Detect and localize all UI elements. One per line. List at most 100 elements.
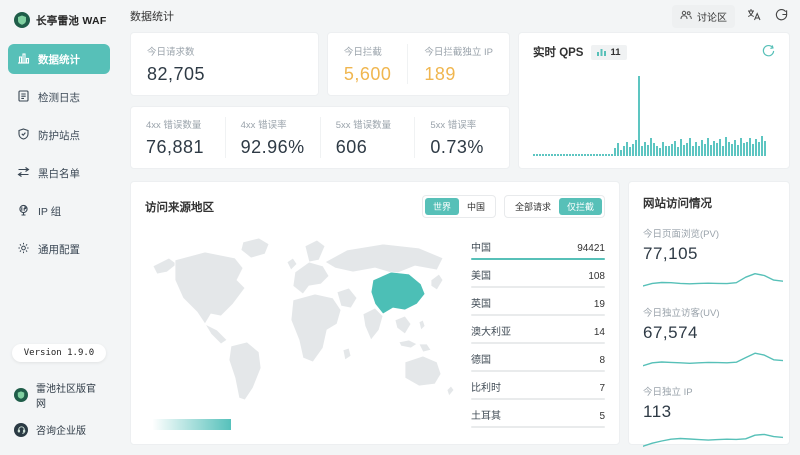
map-middle-east <box>337 288 357 308</box>
site-metric-value: 77,105 <box>643 244 775 264</box>
bar-chart-icon <box>17 52 30 67</box>
site-metric-label: 今日独立 IP <box>643 384 775 398</box>
country-line: 中国 94421 <box>471 236 605 258</box>
country-row: 德国8 <box>471 348 605 372</box>
site-metric-label: 今日独立访客(UV) <box>643 305 775 319</box>
qps-bar <box>722 146 724 156</box>
qps-bar <box>701 140 703 156</box>
filter-option-0[interactable]: 全部请求 <box>507 198 559 215</box>
qps-bar <box>584 154 586 156</box>
qps-bar <box>656 146 658 156</box>
qps-bar <box>716 143 718 156</box>
qps-title: 实时 QPS <box>533 44 583 60</box>
qps-bar <box>554 154 556 156</box>
filter-toggle: 全部请求仅拦截 <box>504 195 605 218</box>
qps-bar <box>590 154 592 156</box>
sidebar-item-sites[interactable]: 防护站点 <box>8 120 110 150</box>
map-europe <box>293 262 329 294</box>
sidebar-item-label: 通用配置 <box>38 242 80 257</box>
stats-section: 今日请求数 82,705 今日拦截 5,600 今日拦截独立 IP 189 4x… <box>130 32 790 169</box>
country-row: 澳大利亚14 <box>471 320 605 344</box>
map-central-america <box>205 324 227 344</box>
history-icon[interactable] <box>762 44 775 60</box>
scope-option-1[interactable]: 中国 <box>459 198 493 215</box>
country-name: 比利时 <box>471 379 501 394</box>
sidebar-item-label: 检测日志 <box>38 90 80 105</box>
site-metric-2: 今日独立 IP113 <box>643 384 775 450</box>
filter-option-1[interactable]: 仅拦截 <box>559 198 602 215</box>
map-philippines <box>419 320 425 330</box>
discussion-label: 讨论区 <box>697 9 727 24</box>
discussion-button[interactable]: 讨论区 <box>672 5 735 28</box>
sidebar-item-logs[interactable]: 检测日志 <box>8 82 110 112</box>
country-bar-track <box>471 314 605 316</box>
app-logo-icon <box>14 12 30 28</box>
map-china[interactable] <box>371 272 425 314</box>
sidebar: 长亭雷池 WAF 数据统计检测日志防护站点黑白名单 IP 组通用配置 Versio… <box>0 0 118 455</box>
qps-bar <box>551 154 553 156</box>
qps-bar <box>653 143 655 156</box>
sidebar-item-label: IP 组 <box>38 204 61 219</box>
country-name: 中国 <box>471 239 491 254</box>
map-alaska <box>153 258 177 274</box>
country-name: 英国 <box>471 295 491 310</box>
qps-bar <box>749 138 751 156</box>
sidebar-item-settings[interactable]: 通用配置 <box>8 234 110 264</box>
error-stat-label: 4xx 错误数量 <box>146 117 210 131</box>
qps-header: 实时 QPS 11 <box>533 44 775 60</box>
country-bar-track <box>471 342 605 344</box>
qps-bar <box>680 139 682 156</box>
country-line: 德国8 <box>471 348 605 370</box>
logout-button[interactable] <box>773 6 790 26</box>
qps-bar <box>608 154 610 156</box>
blocks-value: 5,600 <box>344 64 392 85</box>
qps-bar <box>635 140 637 156</box>
footer-link-community-site[interactable]: 雷池社区版官网 <box>8 374 110 416</box>
black-white-list-icon <box>17 166 30 181</box>
error-stat-0: 4xx 错误数量76,881 <box>131 117 225 158</box>
map-africa <box>291 294 341 362</box>
sidebar-item-ip-group[interactable]: IP 组 <box>8 196 110 226</box>
country-line: 美国108 <box>471 264 605 286</box>
country-row: 英国19 <box>471 292 605 316</box>
logout-icon <box>775 8 788 24</box>
country-row: 土耳其5 <box>471 404 605 428</box>
page-title: 数据统计 <box>130 8 174 24</box>
map-title: 访问来源地区 <box>145 199 214 215</box>
country-name: 澳大利亚 <box>471 323 511 338</box>
qps-bar <box>572 154 574 156</box>
qps-bar <box>563 154 565 156</box>
qps-bar <box>707 138 709 156</box>
qps-bar <box>587 154 589 156</box>
sidebar-item-stats[interactable]: 数据统计 <box>8 44 110 74</box>
map-madagascar <box>343 348 351 360</box>
app-title: 长亭雷池 WAF <box>36 13 107 28</box>
country-value: 94421 <box>577 243 605 254</box>
qps-bar <box>719 139 721 156</box>
qps-panel: 实时 QPS 11 <box>518 32 790 169</box>
scope-option-0[interactable]: 世界 <box>425 198 459 215</box>
sidebar-item-lists[interactable]: 黑白名单 <box>8 158 110 188</box>
site-visits-title: 网站访问情况 <box>643 195 775 211</box>
bottom-section: 访问来源地区 世界中国 全部请求仅拦截 <box>130 181 790 445</box>
qps-bar <box>596 154 598 156</box>
version-badge: Version 1.9.0 <box>12 344 106 362</box>
country-name: 美国 <box>471 267 491 282</box>
qps-bar <box>638 76 640 156</box>
translate-icon <box>747 8 761 24</box>
sidebar-item-label: 黑白名单 <box>38 166 80 181</box>
qps-bar <box>614 148 616 156</box>
qps-bar <box>671 144 673 156</box>
site-metric-sparkline <box>643 266 775 292</box>
qps-bar <box>740 138 742 156</box>
block-ips-cell: 今日拦截独立 IP 189 <box>407 44 509 84</box>
world-map <box>147 228 457 410</box>
site-metric-1: 今日独立访客(UV)67,574 <box>643 305 775 371</box>
language-button[interactable] <box>745 6 763 26</box>
country-row: 中国 94421 <box>471 236 605 260</box>
footer-link-label: 咨询企业版 <box>36 422 86 437</box>
footer-link-enterprise[interactable]: 咨询企业版 <box>8 416 110 443</box>
qps-badge-value: 11 <box>610 47 620 58</box>
country-bar-track <box>471 398 605 400</box>
qps-bar <box>659 148 661 156</box>
